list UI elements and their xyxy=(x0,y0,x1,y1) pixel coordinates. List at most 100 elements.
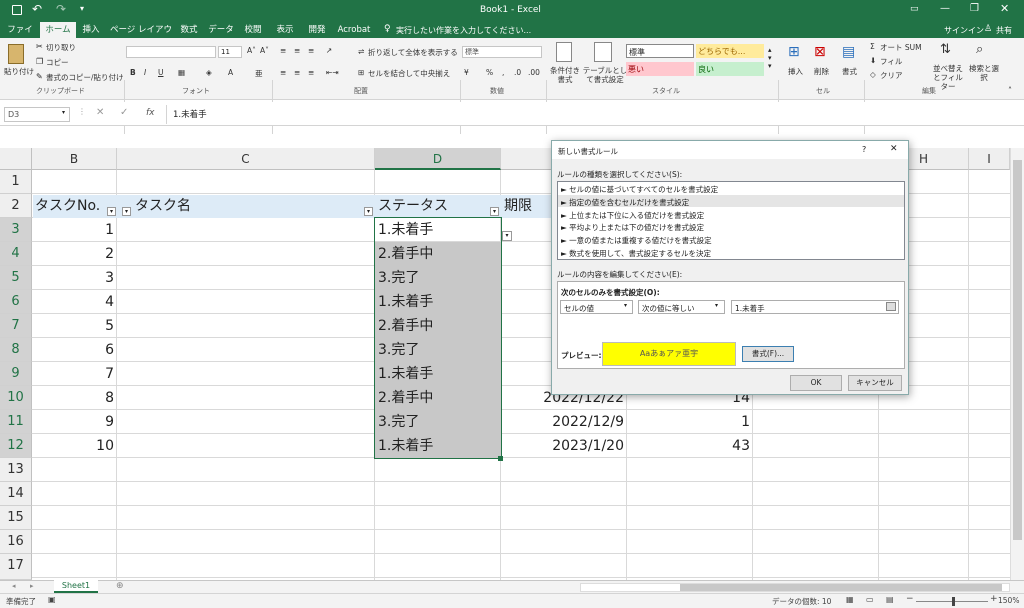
ok-button[interactable]: OK xyxy=(790,375,842,391)
align-middle-icon[interactable]: ≡ xyxy=(294,46,300,55)
rule-type-item[interactable]: ► 一意の値または重複する値だけを書式設定 xyxy=(561,235,712,246)
range-select-icon[interactable] xyxy=(886,302,896,311)
style-bad[interactable]: 悪い xyxy=(626,62,694,76)
zoom-level[interactable]: 150% xyxy=(998,596,1019,605)
tab-developer[interactable]: 開発 xyxy=(304,22,330,38)
delete-cells-button[interactable]: 削除 xyxy=(814,66,829,77)
header-status[interactable]: ステータス xyxy=(378,194,478,218)
format-as-table-button[interactable]: テーブルとして書式設定 xyxy=(582,66,628,84)
row-header-6[interactable]: 6 xyxy=(0,290,32,314)
find-select-button[interactable]: 検索と選択 xyxy=(966,64,1002,82)
cancel-button[interactable]: キャンセル xyxy=(848,375,902,391)
tab-formulas[interactable]: 数式 xyxy=(176,22,202,38)
phonetic-icon[interactable]: 亜 xyxy=(255,68,263,79)
currency-icon[interactable]: ¥ xyxy=(464,68,469,77)
zoom-slider-thumb[interactable] xyxy=(952,597,955,606)
active-cell-d3[interactable] xyxy=(374,217,502,459)
row-header-3[interactable]: 3 xyxy=(0,218,32,242)
filter-button-d[interactable]: ▾ xyxy=(364,207,373,216)
tab-home[interactable]: ホーム xyxy=(40,22,76,38)
column-header-c[interactable]: C xyxy=(117,148,375,170)
deadline-cell[interactable]: 2022/12/9 xyxy=(504,410,624,434)
rule-type-item[interactable]: ► 上位または下位に入る値だけを書式設定 xyxy=(561,210,704,221)
header-deadline[interactable]: 期限 xyxy=(504,194,549,218)
fill-button[interactable]: フィル xyxy=(880,56,902,67)
row-header-5[interactable]: 5 xyxy=(0,266,32,290)
fill-color-icon[interactable]: ◈ xyxy=(206,68,212,77)
row-header-7[interactable]: 7 xyxy=(0,314,32,338)
header-task-name[interactable]: タスク名 xyxy=(135,194,335,218)
tell-me-box[interactable]: 実行したい作業を入力してください... xyxy=(396,25,531,36)
tab-file[interactable]: ファイル xyxy=(4,22,36,51)
align-center-icon[interactable]: ≡ xyxy=(294,68,300,77)
cell-dropdown-button[interactable]: ▾ xyxy=(502,231,512,241)
value-input[interactable]: 1.未着手 xyxy=(731,300,899,314)
autosum-button[interactable]: オート SUM xyxy=(880,42,922,53)
row-header-10[interactable]: 10 xyxy=(0,386,32,410)
filter-button-e[interactable]: ▾ xyxy=(490,207,499,216)
percent-icon[interactable]: % xyxy=(486,68,493,77)
orientation-icon[interactable]: ↗ xyxy=(326,46,332,55)
underline-button[interactable]: U xyxy=(158,68,164,77)
rule-type-item[interactable]: ► 平均より上または下の値だけを書式設定 xyxy=(561,222,704,233)
page-layout-view-icon[interactable]: ▭ xyxy=(866,595,874,604)
vertical-scrollbar[interactable] xyxy=(1010,148,1024,580)
task-no-cell[interactable]: 8 xyxy=(34,386,114,410)
rule-type-item[interactable]: ► セルの値に基づいてすべてのセルを書式設定 xyxy=(561,184,718,195)
row-header-9[interactable]: 9 xyxy=(0,362,32,386)
conditional-format-button[interactable]: 条件付き書式 xyxy=(548,66,582,84)
deadline-cell[interactable]: 2023/1/20 xyxy=(504,434,624,458)
sheet-tab-sheet1[interactable]: Sheet1 xyxy=(54,580,98,593)
name-box-dropdown-icon[interactable]: ▾ xyxy=(62,109,65,116)
style-neutral[interactable]: どちらでも... xyxy=(696,44,764,58)
row-header-2[interactable]: 2 xyxy=(0,194,32,218)
decrease-decimal-icon[interactable]: .00 xyxy=(528,68,540,77)
undo-icon[interactable]: ↶ xyxy=(32,2,42,16)
sheet-nav-prev-icon[interactable]: ◂ xyxy=(12,582,16,590)
page-break-view-icon[interactable]: ▤ xyxy=(886,595,894,604)
tab-insert[interactable]: 挿入 xyxy=(78,22,104,38)
tab-review[interactable]: 校閲 xyxy=(240,22,266,38)
row-header-14[interactable]: 14 xyxy=(0,482,32,506)
vertical-scroll-thumb[interactable] xyxy=(1013,160,1022,540)
task-no-cell[interactable]: 2 xyxy=(34,242,114,266)
font-size-select[interactable]: 11 xyxy=(218,46,242,58)
zoom-in-icon[interactable]: + xyxy=(990,594,998,604)
collapse-ribbon-icon[interactable]: ˄ xyxy=(1008,86,1012,95)
shrink-font-icon[interactable]: A˅ xyxy=(260,46,269,55)
name-box[interactable]: D3 xyxy=(4,107,70,122)
share-button[interactable]: 共有 xyxy=(996,25,1012,36)
zoom-out-icon[interactable]: − xyxy=(906,594,914,604)
grow-font-icon[interactable]: A˄ xyxy=(247,46,256,55)
row-header-11[interactable]: 11 xyxy=(0,410,32,434)
conditional-format-icon[interactable] xyxy=(556,42,572,62)
column-header-d[interactable]: D xyxy=(375,148,501,170)
column-header-i[interactable]: I xyxy=(969,148,1010,170)
ribbon-display-icon[interactable]: ▭ xyxy=(910,4,919,14)
copy-button[interactable]: コピー xyxy=(46,57,69,68)
row-header-4[interactable]: 4 xyxy=(0,242,32,266)
clear-button[interactable]: クリア xyxy=(880,70,903,81)
style-good[interactable]: 良い xyxy=(696,62,764,76)
row-header-8[interactable]: 8 xyxy=(0,338,32,362)
qat-customize-icon[interactable]: ▾ xyxy=(80,4,84,13)
row-header-13[interactable]: 13 xyxy=(0,458,32,482)
row-header-1[interactable]: 1 xyxy=(0,170,32,194)
task-no-cell[interactable]: 5 xyxy=(34,314,114,338)
format-painter-button[interactable]: 書式のコピー/貼り付け xyxy=(46,72,124,83)
task-no-cell[interactable]: 10 xyxy=(34,434,114,458)
minimize-icon[interactable]: — xyxy=(940,3,950,14)
select-all-corner[interactable] xyxy=(0,148,32,170)
style-standard[interactable]: 標準 xyxy=(626,44,694,58)
format-as-table-icon[interactable] xyxy=(594,42,612,62)
wrap-text-button[interactable]: 折り返して全体を表示する xyxy=(368,47,458,58)
tab-view[interactable]: 表示 xyxy=(270,22,300,38)
rule-type-item[interactable]: ► 指定の値を含むセルだけを書式設定 xyxy=(561,197,689,208)
number-format-select[interactable]: 標準 xyxy=(462,46,542,58)
macro-record-icon[interactable]: ▣ xyxy=(48,595,56,604)
font-name-select[interactable] xyxy=(126,46,216,58)
restore-icon[interactable]: ❐ xyxy=(970,3,979,14)
task-no-cell[interactable]: 4 xyxy=(34,290,114,314)
merge-center-button[interactable]: セルを結合して中央揃え xyxy=(368,68,450,79)
tab-acrobat[interactable]: Acrobat xyxy=(334,22,374,38)
